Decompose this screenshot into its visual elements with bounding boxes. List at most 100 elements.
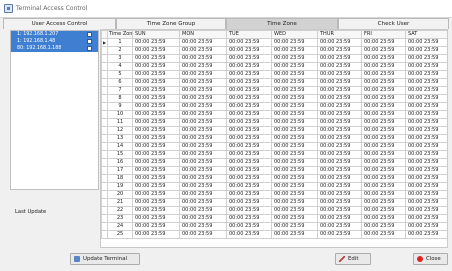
time-range-cell[interactable]: 00:00 23:59 [179,190,227,199]
time-range-cell[interactable]: 00:00 23:59 [317,206,362,215]
time-range-cell[interactable]: 00:00 23:59 [179,174,227,183]
terminal-item[interactable]: 1: 192.168.1.207 [11,31,98,38]
time-range-cell[interactable]: 00:00 23:59 [271,126,318,135]
table-row[interactable]: 7 00:00 23:59 00:00 23:59 00:00 23:59 00:00 … [101,86,447,95]
time-range-cell[interactable]: 00:00 23:59 [361,198,406,207]
time-range-cell[interactable]: 00:00 23:59 [132,86,180,95]
time-range-cell[interactable]: 00:00 23:59 [317,198,362,207]
time-range-cell[interactable]: 00:00 23:59 [317,78,362,87]
time-zone-id-cell[interactable]: 19 [107,182,133,191]
time-range-cell[interactable]: 00:00 23:59 [132,198,180,207]
table-row[interactable]: 17 00:00 23:59 00:00 23:59 00:00 23:59 00:00… [101,166,447,175]
time-range-cell[interactable]: 00:00 23:59 [361,166,406,175]
time-range-cell[interactable]: 00:00 23:59 [179,118,227,127]
time-zone-id-cell[interactable]: 15 [107,150,133,159]
time-range-cell[interactable]: 00:00 23:59 [317,70,362,79]
time-range-cell[interactable]: 00:00 23:59 [405,158,447,167]
time-zone-id-cell[interactable]: 11 [107,118,133,127]
time-range-cell[interactable]: 00:00 23:59 [226,38,272,47]
time-range-cell[interactable]: 00:00 23:59 [226,78,272,87]
time-range-cell[interactable]: 00:00 23:59 [405,54,447,63]
time-range-cell[interactable]: 00:00 23:59 [179,94,227,103]
time-range-cell[interactable]: 00:00 23:59 [132,78,180,87]
time-range-cell[interactable]: 00:00 23:59 [361,214,406,223]
time-range-cell[interactable]: 00:00 23:59 [271,118,318,127]
time-range-cell[interactable]: 00:00 23:59 [271,190,318,199]
time-zone-id-cell[interactable]: 25 [107,230,133,239]
tab-check-user[interactable]: Check User [338,18,449,29]
time-range-cell[interactable]: 00:00 23:59 [361,62,406,71]
time-zone-id-cell[interactable]: 4 [107,62,133,71]
time-range-cell[interactable]: 00:00 23:59 [405,110,447,119]
time-range-cell[interactable]: 00:00 23:59 [226,174,272,183]
time-range-cell[interactable]: 00:00 23:59 [132,126,180,135]
time-range-cell[interactable]: 00:00 23:59 [226,230,272,239]
time-range-cell[interactable]: 00:00 23:59 [317,38,362,47]
time-range-cell[interactable]: 00:00 23:59 [405,38,447,47]
time-range-cell[interactable]: 00:00 23:59 [271,230,318,239]
close-button[interactable]: Close [413,253,448,265]
time-range-cell[interactable]: 00:00 23:59 [271,110,318,119]
table-row[interactable]: 13 00:00 23:59 00:00 23:59 00:00 23:59 00:00… [101,134,447,143]
time-range-cell[interactable]: 00:00 23:59 [271,54,318,63]
time-zone-grid[interactable]: Time ZoneSUNMONTUEWEDTHURFRISAT ▶100:00 … [100,29,448,248]
time-range-cell[interactable]: 00:00 23:59 [132,70,180,79]
time-range-cell[interactable]: 00:00 23:59 [132,206,180,215]
time-range-cell[interactable]: 00:00 23:59 [226,134,272,143]
column-header[interactable]: SAT [405,30,447,39]
time-range-cell[interactable]: 00:00 23:59 [271,214,318,223]
time-range-cell[interactable]: 00:00 23:59 [132,110,180,119]
time-range-cell[interactable]: 00:00 23:59 [317,142,362,151]
time-range-cell[interactable]: 00:00 23:59 [361,206,406,215]
time-range-cell[interactable]: 00:00 23:59 [271,158,318,167]
time-range-cell[interactable]: 00:00 23:59 [317,150,362,159]
time-range-cell[interactable]: 00:00 23:59 [132,46,180,55]
time-range-cell[interactable]: 00:00 23:59 [226,166,272,175]
time-range-cell[interactable]: 00:00 23:59 [317,174,362,183]
time-range-cell[interactable]: 00:00 23:59 [405,46,447,55]
time-range-cell[interactable]: 00:00 23:59 [271,150,318,159]
time-range-cell[interactable]: 00:00 23:59 [271,182,318,191]
time-range-cell[interactable]: 00:00 23:59 [271,174,318,183]
time-range-cell[interactable]: 00:00 23:59 [179,230,227,239]
time-range-cell[interactable]: 00:00 23:59 [226,142,272,151]
table-row[interactable]: 16 00:00 23:59 00:00 23:59 00:00 23:59 00:00… [101,158,447,167]
terminal-item[interactable]: 1: 192.168.1.48 [11,38,98,45]
time-range-cell[interactable]: 00:00 23:59 [317,46,362,55]
time-range-cell[interactable]: 00:00 23:59 [271,198,318,207]
table-row[interactable]: 20 00:00 23:59 00:00 23:59 00:00 23:59 00:00… [101,190,447,199]
column-header[interactable]: FRI [361,30,406,39]
edit-button[interactable]: Edit [335,253,371,265]
time-range-cell[interactable]: 00:00 23:59 [405,126,447,135]
time-range-cell[interactable]: 00:00 23:59 [317,54,362,63]
time-range-cell[interactable]: 00:00 23:59 [132,94,180,103]
table-row[interactable]: 3 00:00 23:59 00:00 23:59 00:00 23:59 00:00 … [101,54,447,63]
time-range-cell[interactable]: 00:00 23:59 [226,102,272,111]
time-range-cell[interactable]: 00:00 23:59 [405,150,447,159]
time-range-cell[interactable]: 00:00 23:59 [132,214,180,223]
time-range-cell[interactable]: 00:00 23:59 [271,94,318,103]
time-range-cell[interactable]: 00:00 23:59 [271,166,318,175]
table-row[interactable]: 18 00:00 23:59 00:00 23:59 00:00 23:59 00:00… [101,174,447,183]
time-range-cell[interactable]: 00:00 23:59 [179,158,227,167]
time-range-cell[interactable]: 00:00 23:59 [271,102,318,111]
time-range-cell[interactable]: 00:00 23:59 [226,62,272,71]
time-zone-id-cell[interactable]: 22 [107,206,133,215]
time-range-cell[interactable]: 00:00 23:59 [179,46,227,55]
time-range-cell[interactable]: 00:00 23:59 [405,182,447,191]
time-range-cell[interactable]: 00:00 23:59 [179,198,227,207]
time-range-cell[interactable]: 00:00 23:59 [361,150,406,159]
time-zone-id-cell[interactable]: 10 [107,110,133,119]
time-zone-id-cell[interactable]: 7 [107,86,133,95]
time-range-cell[interactable]: 00:00 23:59 [179,222,227,231]
table-row[interactable]: ▶ 1 00:00 23:59 00:00 23:59 00:00 23:59 00:00… [101,38,447,47]
time-range-cell[interactable]: 00:00 23:59 [132,102,180,111]
time-range-cell[interactable]: 00:00 23:59 [132,38,180,47]
time-range-cell[interactable]: 00:00 23:59 [179,70,227,79]
time-range-cell[interactable]: 00:00 23:59 [317,230,362,239]
time-range-cell[interactable]: 00:00 23:59 [132,62,180,71]
time-range-cell[interactable]: 00:00 23:59 [317,94,362,103]
time-range-cell[interactable]: 00:00 23:59 [361,86,406,95]
time-range-cell[interactable]: 00:00 23:59 [179,62,227,71]
time-range-cell[interactable]: 00:00 23:59 [271,142,318,151]
